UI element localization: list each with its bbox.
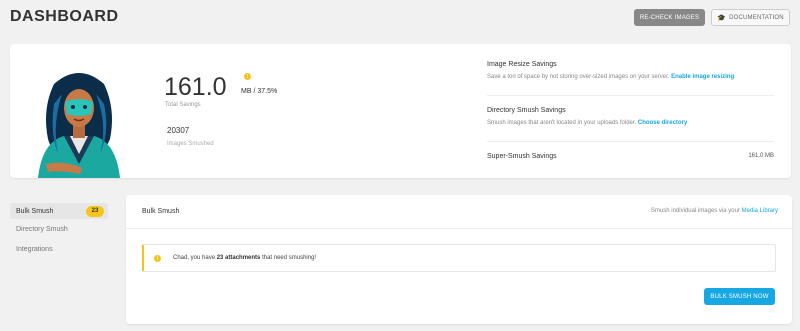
media-library-hint: Smush individual images via your Media L… <box>651 208 778 214</box>
resize-savings-title: Image Resize Savings <box>487 61 557 68</box>
bulk-smush-title: Bulk Smush <box>142 208 180 215</box>
enable-resizing-link[interactable]: Enable image resizing <box>671 74 734 80</box>
notice-count: 23 attachments <box>216 255 261 261</box>
media-library-link[interactable]: Media Library <box>742 208 778 214</box>
mascot-illustration <box>38 73 120 178</box>
sidebar-item-label: Directory Smush <box>16 225 68 233</box>
total-savings-label: Total Savings <box>165 102 201 108</box>
total-savings-value: 161.0 <box>164 73 227 101</box>
divider <box>487 141 774 142</box>
notice-text: Chad, you have 23 attachments that need … <box>173 255 316 261</box>
mortarboard-icon: 🎓 <box>717 14 727 22</box>
recheck-images-button[interactable]: RE-CHECK IMAGES <box>634 9 705 26</box>
bulk-smush-header: Bulk Smush Smush individual images via y… <box>126 195 792 229</box>
attachments-notice: ! Chad, you have 23 attachments that nee… <box>142 244 776 272</box>
notice-prefix: Chad, you have <box>173 255 216 261</box>
supersmush-savings-title: Super-Smush Savings <box>487 153 557 160</box>
warning-icon[interactable]: ! <box>244 73 251 80</box>
resize-savings-desc: Save a ton of space by not storing over-… <box>487 74 670 80</box>
directory-savings-title: Directory Smush Savings <box>487 107 566 114</box>
page-title: DASHBOARD <box>10 8 119 25</box>
supersmush-savings-value: 161.0 MB <box>748 153 774 159</box>
summary-card: 161.0 ! MB / 37.5% Total Savings 20307 I… <box>10 44 791 178</box>
sidebar-item-label: Integrations <box>16 245 53 253</box>
directory-savings-desc: Smush images that aren't located in your… <box>487 120 637 126</box>
sidebar-item-directory-smush[interactable]: Directory Smush <box>10 219 108 239</box>
choose-directory-link[interactable]: Choose directory <box>638 120 687 126</box>
bulk-smush-now-button[interactable]: BULK SMUSH NOW <box>704 288 775 305</box>
documentation-button[interactable]: 🎓 DOCUMENTATION <box>711 9 790 26</box>
sidebar-item-label: Bulk Smush <box>16 207 54 215</box>
supersmush-savings-section: Super-Smush Savings <box>487 153 774 160</box>
warning-icon: ! <box>154 255 161 262</box>
notice-suffix: that need smushing! <box>262 255 317 261</box>
sidebar-item-bulk-smush[interactable]: Bulk Smush 23 <box>10 203 108 219</box>
bulk-smush-card: Bulk Smush Smush individual images via y… <box>126 195 792 324</box>
total-savings-unit: MB / 37.5% <box>241 88 278 95</box>
images-smushed-label: Images Smushed <box>167 141 214 147</box>
images-smushed-count: 20307 <box>167 126 190 135</box>
count-badge: 23 <box>86 205 104 217</box>
documentation-label: DOCUMENTATION <box>729 14 784 21</box>
directory-savings-section: Directory Smush Savings Smush images tha… <box>487 107 774 126</box>
hint-text: Smush individual images via your <box>650 208 740 214</box>
resize-savings-section: Image Resize Savings Save a ton of space… <box>487 61 774 80</box>
divider <box>487 95 774 96</box>
sidebar-nav: Bulk Smush 23 Directory Smush Integratio… <box>10 203 108 259</box>
sidebar-item-integrations[interactable]: Integrations <box>10 239 108 259</box>
